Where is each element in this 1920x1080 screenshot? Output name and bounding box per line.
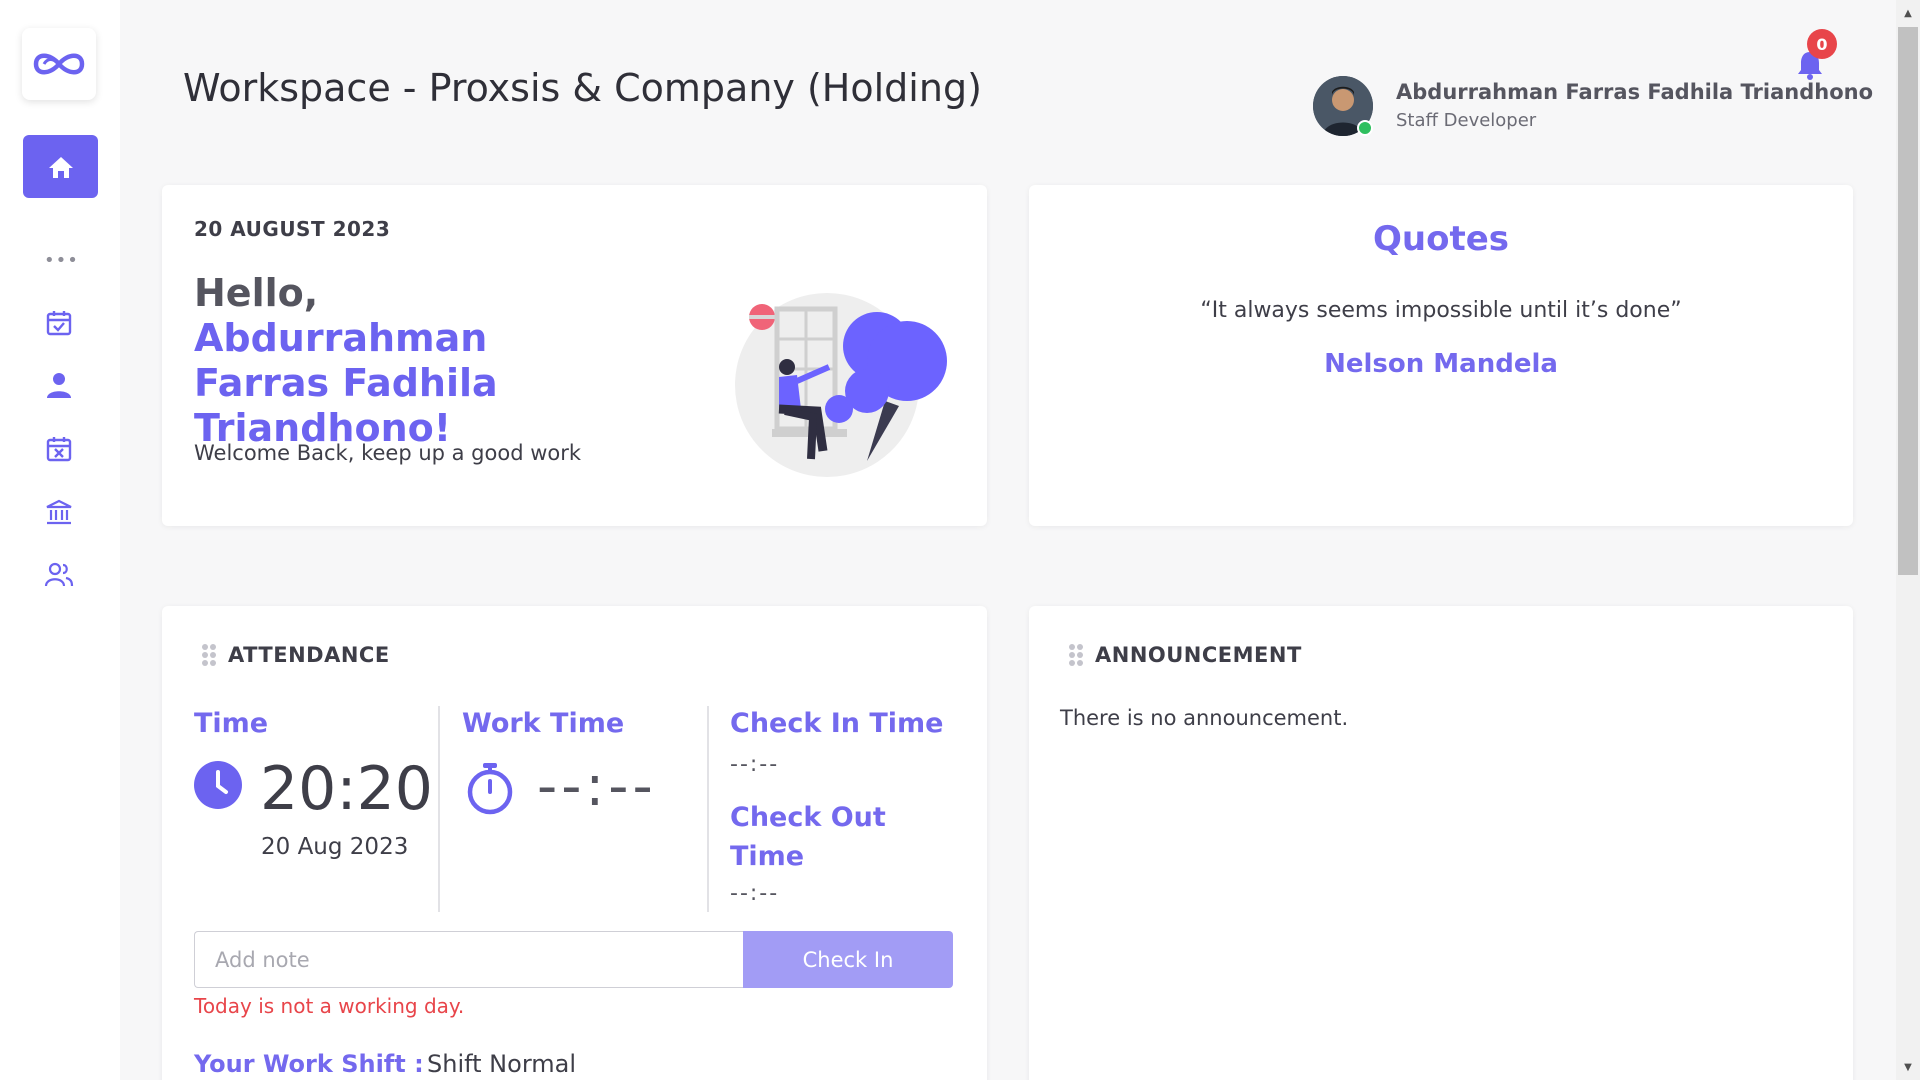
announcement-card: ANNOUNCEMENT There is no announcement. xyxy=(1029,606,1853,1080)
sidebar-item-team[interactable] xyxy=(40,556,78,594)
announcement-title: ANNOUNCEMENT xyxy=(1095,643,1302,667)
profile-role: Staff Developer xyxy=(1396,110,1537,131)
bank-icon xyxy=(46,499,72,525)
work-time-value: --:-- xyxy=(537,754,657,819)
work-time-label: Work Time xyxy=(462,708,625,739)
calendar-check-icon xyxy=(46,311,72,336)
welcome-subtitle: Welcome Back, keep up a good work xyxy=(194,441,582,465)
current-time: 20:20 xyxy=(260,754,433,824)
app-logo[interactable] xyxy=(22,28,96,100)
users-icon xyxy=(44,562,74,587)
check-in-button[interactable]: Check In xyxy=(743,931,953,988)
page-title: Workspace - Proxsis & Company (Holding) xyxy=(183,66,982,110)
sidebar-item-attendance[interactable] xyxy=(40,304,78,342)
drag-handle-icon[interactable] xyxy=(1067,642,1085,668)
sidebar-item-profile[interactable] xyxy=(40,366,78,404)
not-working-day-warning: Today is not a working day. xyxy=(194,994,465,1018)
quotes-title: Quotes xyxy=(1372,219,1510,259)
sidebar-item-leave[interactable] xyxy=(40,430,78,468)
announcement-header: ANNOUNCEMENT xyxy=(1067,642,1302,668)
drag-handle-icon[interactable] xyxy=(200,642,218,668)
current-time-date: 20 Aug 2023 xyxy=(261,834,409,860)
sidebar-item-home[interactable] xyxy=(23,135,98,198)
infinity-logo-icon xyxy=(33,53,85,75)
current-date: 20 AUGUST 2023 xyxy=(194,217,391,241)
scroll-down-icon[interactable]: ▼ xyxy=(1896,1058,1920,1078)
sidebar-more-icon[interactable]: ••• xyxy=(44,250,78,271)
time-label: Time xyxy=(194,708,269,739)
greeting-name: Abdurrahman Farras Fadhila Triandhono! xyxy=(194,316,498,450)
notification-count-badge: 0 xyxy=(1807,29,1837,59)
column-divider xyxy=(707,706,709,912)
user-icon xyxy=(47,373,71,398)
check-in-time-label: Check In Time xyxy=(730,708,944,739)
welcome-illustration xyxy=(735,293,947,477)
user-profile[interactable]: Abdurrahman Farras Fadhila Triandhono St… xyxy=(1313,76,1873,140)
stopwatch-icon xyxy=(467,763,513,815)
home-icon xyxy=(48,156,73,178)
quotes-card: Quotes “It always seems impossible until… xyxy=(1029,185,1853,526)
work-shift-label: Your Work Shift : xyxy=(194,1050,424,1078)
welcome-card: 20 AUGUST 2023 Hello, Abdurrahman Farras… xyxy=(162,185,987,526)
announcement-empty-text: There is no announcement. xyxy=(1060,706,1349,730)
quote-author: Nelson Mandela xyxy=(1324,349,1558,379)
profile-name: Abdurrahman Farras Fadhila Triandhono xyxy=(1396,80,1874,104)
greeting-prefix: Hello, xyxy=(194,271,319,315)
clock-icon xyxy=(194,761,242,809)
calendar-x-icon xyxy=(46,437,72,462)
add-note-input[interactable] xyxy=(194,931,744,988)
scroll-up-icon[interactable]: ▲ xyxy=(1896,4,1920,24)
check-out-time-label: Check Out Time xyxy=(730,802,886,872)
scrollbar-thumb[interactable] xyxy=(1898,27,1918,575)
attendance-card: ATTENDANCE Time 20:20 20 Aug 2023 Work T… xyxy=(162,606,987,1080)
column-divider xyxy=(438,706,440,912)
check-out-time-value: --:-- xyxy=(730,881,780,906)
attendance-title: ATTENDANCE xyxy=(228,643,390,667)
quote-text: “It always seems impossible until it’s d… xyxy=(1200,298,1682,323)
online-status-badge xyxy=(1357,120,1373,136)
sidebar: ••• xyxy=(0,0,120,1080)
work-shift-value: Shift Normal xyxy=(427,1050,577,1078)
greeting-heading: Hello, Abdurrahman Farras Fadhila Triand… xyxy=(194,271,614,451)
check-in-time-value: --:-- xyxy=(730,752,780,777)
sidebar-item-company[interactable] xyxy=(40,493,78,531)
attendance-header: ATTENDANCE xyxy=(200,642,390,668)
